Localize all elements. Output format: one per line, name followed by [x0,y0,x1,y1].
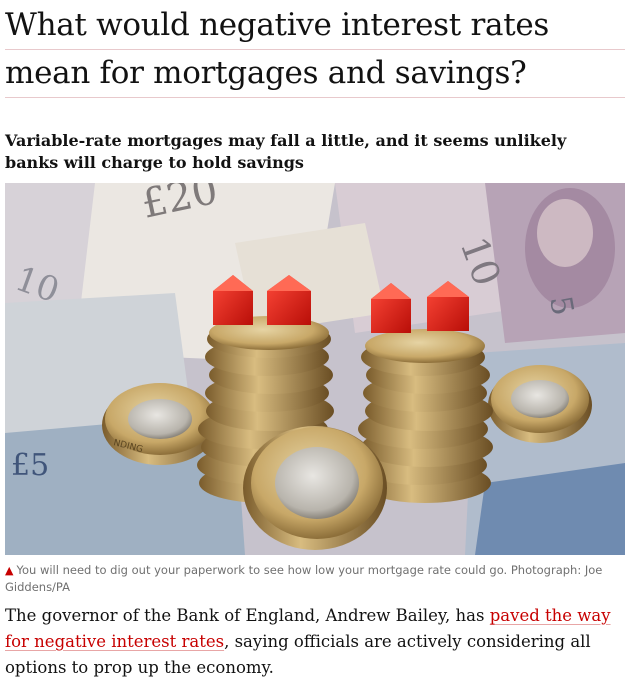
headline: What would negative interest rates mean … [5,2,625,98]
article-body-paragraph: The governor of the Bank of England, And… [5,603,623,681]
article-photo: £20 10 10 5 £5 NDING [5,183,625,555]
banknote-pound5-text: £5 [11,448,49,483]
photo-caption: ▲ You will need to dig out your paperwork… [5,562,605,596]
caption-text: You will need to dig out your paperwork … [5,563,603,594]
headline-line-1: What would negative interest rates [5,2,625,50]
headline-line-2: mean for mortgages and savings? [5,50,625,98]
standfirst: Variable-rate mortgages may fall a littl… [5,131,567,172]
body-text-start: The governor of the Bank of England, And… [5,606,490,625]
caption-triangle-icon: ▲ [5,564,14,577]
